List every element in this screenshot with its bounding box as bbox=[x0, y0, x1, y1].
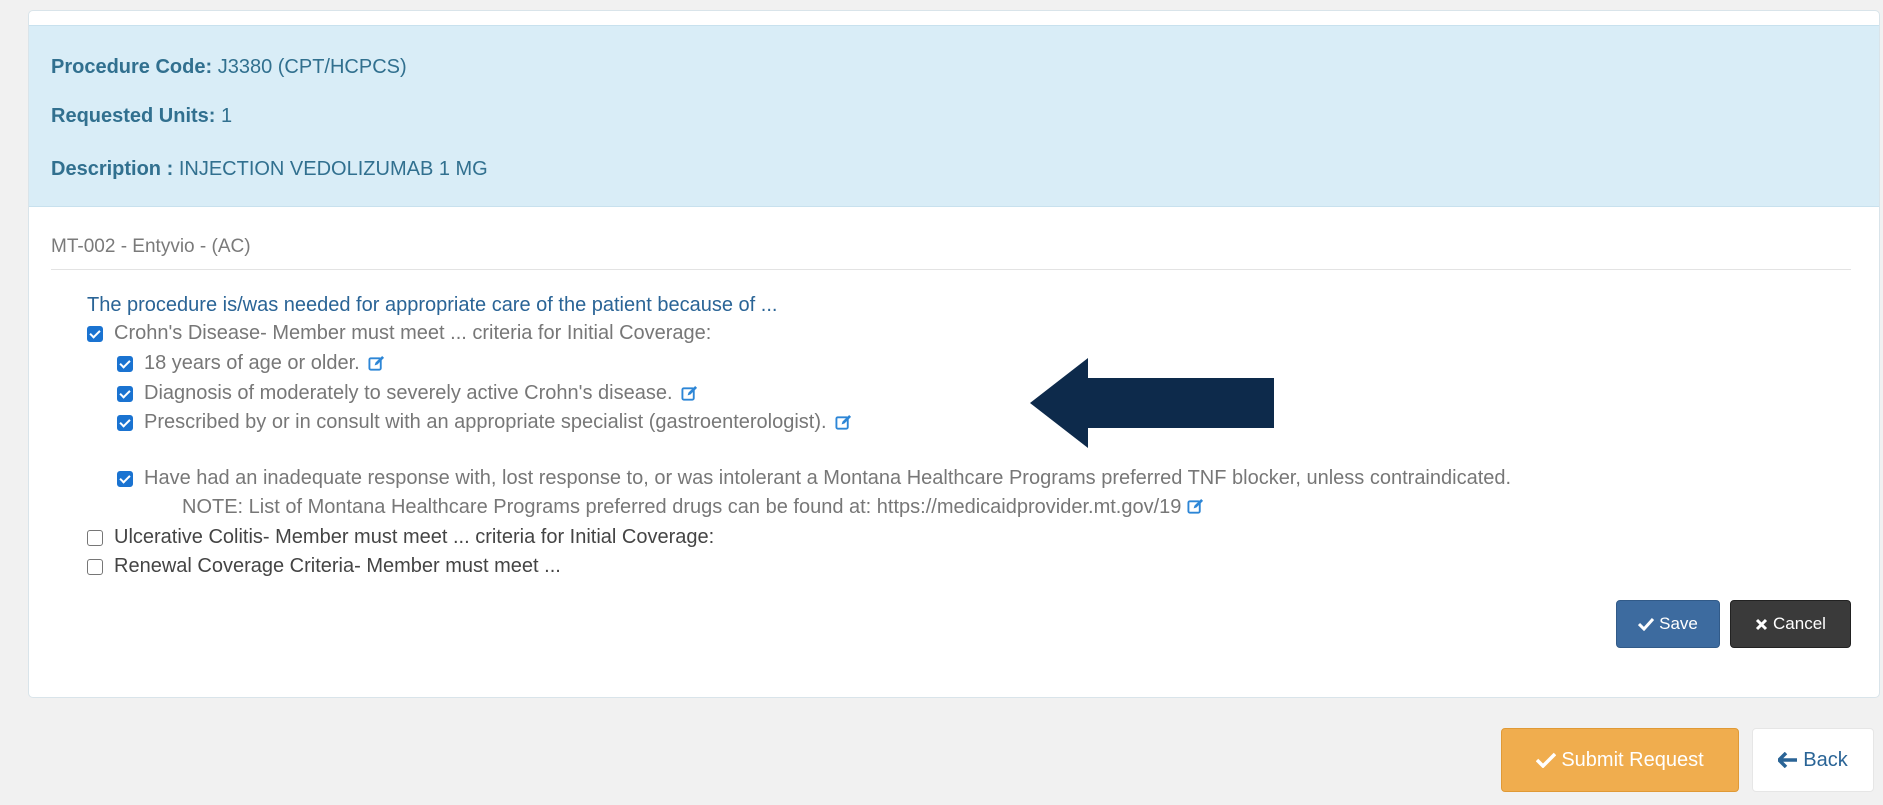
checkmark-icon bbox=[1638, 617, 1655, 631]
option-crohns[interactable]: Crohn's Disease- Member must meet ... cr… bbox=[87, 322, 711, 345]
checkbox-checked-icon[interactable] bbox=[117, 355, 133, 372]
edit-icon[interactable] bbox=[680, 385, 698, 402]
cancel-button[interactable]: Cancel bbox=[1730, 600, 1851, 648]
divider bbox=[51, 269, 1851, 270]
description-value: INJECTION VEDOLIZUMAB 1 MG bbox=[178, 158, 488, 180]
checkbox-checked-icon[interactable] bbox=[117, 414, 133, 431]
requested-units-value: 1 bbox=[221, 105, 233, 127]
checkbox-checked-icon[interactable] bbox=[87, 325, 103, 342]
checkbox-checked-icon[interactable] bbox=[117, 470, 133, 487]
procedure-code-label: Procedure Code: bbox=[51, 56, 213, 78]
sub-option-tnf[interactable]: Have had an inadequate response with, lo… bbox=[117, 467, 1511, 490]
cancel-button-label: Cancel bbox=[1773, 614, 1826, 633]
procedure-code-value: J3380 (CPT/HCPCS) bbox=[217, 56, 407, 78]
sub-option-label: Have had an inadequate response with, lo… bbox=[144, 467, 1512, 489]
procedure-code-line: Procedure Code: J3380 (CPT/HCPCS) bbox=[51, 56, 407, 79]
option-label: Renewal Coverage Criteria- Member must m… bbox=[114, 555, 561, 577]
requested-units-label: Requested Units: bbox=[51, 105, 216, 127]
edit-icon[interactable] bbox=[1187, 498, 1204, 515]
sub-option-label: Prescribed by or in consult with an appr… bbox=[144, 411, 827, 433]
option-renewal[interactable]: Renewal Coverage Criteria- Member must m… bbox=[87, 555, 561, 578]
sub-option-note: NOTE: List of Montana Healthcare Program… bbox=[182, 496, 1204, 519]
checkbox-unchecked-icon[interactable] bbox=[87, 558, 103, 575]
criteria-title: MT-002 - Entyvio - (AC) bbox=[51, 236, 251, 257]
submit-button-label: Submit Request bbox=[1561, 748, 1704, 771]
save-button-label: Save bbox=[1659, 614, 1698, 633]
edit-icon[interactable] bbox=[835, 414, 852, 431]
submit-request-button[interactable]: Submit Request bbox=[1501, 728, 1739, 792]
checkmark-icon bbox=[1536, 752, 1557, 768]
criteria-question: The procedure is/was needed for appropri… bbox=[87, 294, 778, 316]
checkbox-checked-icon[interactable] bbox=[117, 385, 133, 402]
sub-option-diagnosis[interactable]: Diagnosis of moderately to severely acti… bbox=[117, 382, 698, 405]
sub-option-specialist[interactable]: Prescribed by or in consult with an appr… bbox=[117, 411, 852, 434]
sub-option-age[interactable]: 18 years of age or older. bbox=[117, 352, 385, 375]
back-button[interactable]: Back bbox=[1752, 728, 1874, 792]
edit-icon[interactable] bbox=[368, 355, 385, 372]
option-label: Crohn's Disease- Member must meet ... cr… bbox=[114, 322, 712, 344]
save-button[interactable]: Save bbox=[1616, 600, 1720, 648]
annotation-arrow-icon bbox=[1030, 358, 1274, 448]
request-info-box: Procedure Code: J3380 (CPT/HCPCS) Reques… bbox=[29, 25, 1879, 207]
option-label: Ulcerative Colitis- Member must meet ...… bbox=[114, 526, 715, 548]
back-button-label: Back bbox=[1803, 748, 1848, 771]
checkbox-unchecked-icon[interactable] bbox=[87, 529, 103, 546]
sub-option-label: 18 years of age or older. bbox=[144, 352, 360, 374]
criteria-panel: Procedure Code: J3380 (CPT/HCPCS) Reques… bbox=[28, 10, 1880, 698]
description-label: Description : bbox=[51, 158, 174, 180]
requested-units-line: Requested Units: 1 bbox=[51, 105, 232, 128]
sub-option-label: Diagnosis of moderately to severely acti… bbox=[144, 382, 673, 404]
x-icon bbox=[1755, 618, 1768, 630]
description-line: Description : INJECTION VEDOLIZUMAB 1 MG bbox=[51, 158, 488, 181]
left-arrow-icon bbox=[1778, 752, 1798, 768]
option-ulcerative-colitis[interactable]: Ulcerative Colitis- Member must meet ...… bbox=[87, 526, 714, 549]
note-text: NOTE: List of Montana Healthcare Program… bbox=[182, 496, 1182, 518]
